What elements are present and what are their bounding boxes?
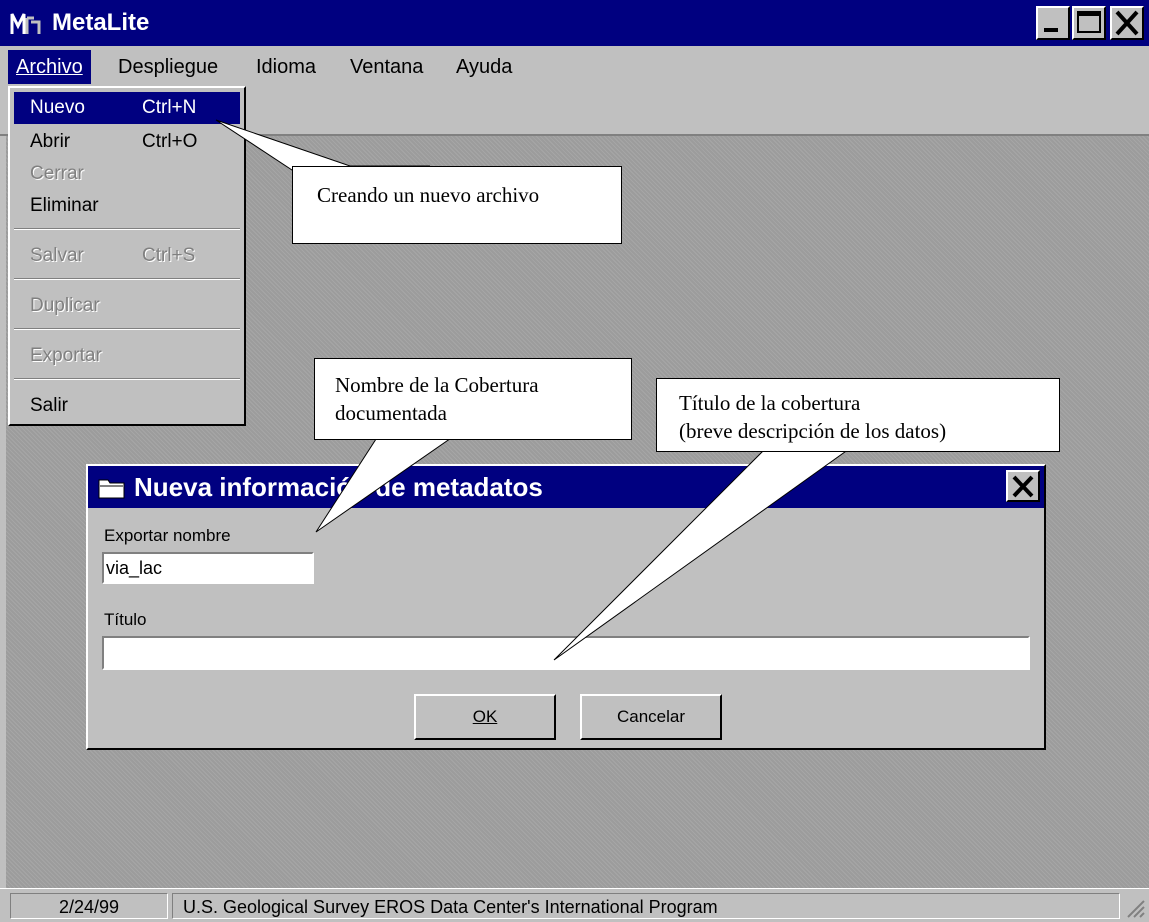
resize-grip-icon[interactable]	[1124, 897, 1146, 919]
app-window: MetaLite Archivo Despliegue Idioma Venta…	[0, 0, 1149, 922]
status-bar: 2/24/99 U.S. Geological Survey EROS Data…	[0, 888, 1149, 922]
callout-pointers	[215, 119, 858, 661]
status-message: U.S. Geological Survey EROS Data Center'…	[172, 893, 1120, 919]
status-date: 2/24/99	[10, 893, 168, 919]
callout-coverage-name: Nombre de la Cobertura documentada	[314, 358, 632, 440]
callout-coverage-title-line1: Título de la cobertura	[679, 391, 861, 415]
callout-new-file: Creando un nuevo archivo	[292, 166, 622, 244]
callout-new-file-text: Creando un nuevo archivo	[317, 183, 540, 207]
callout-coverage-title: Título de la cobertura (breve descripció…	[656, 378, 1060, 452]
callout-coverage-title-line2: (breve descripción de los datos)	[679, 419, 947, 443]
callout-coverage-name-line1: Nombre de la Cobertura	[335, 373, 539, 397]
callout-coverage-name-line2: documentada	[335, 401, 447, 425]
